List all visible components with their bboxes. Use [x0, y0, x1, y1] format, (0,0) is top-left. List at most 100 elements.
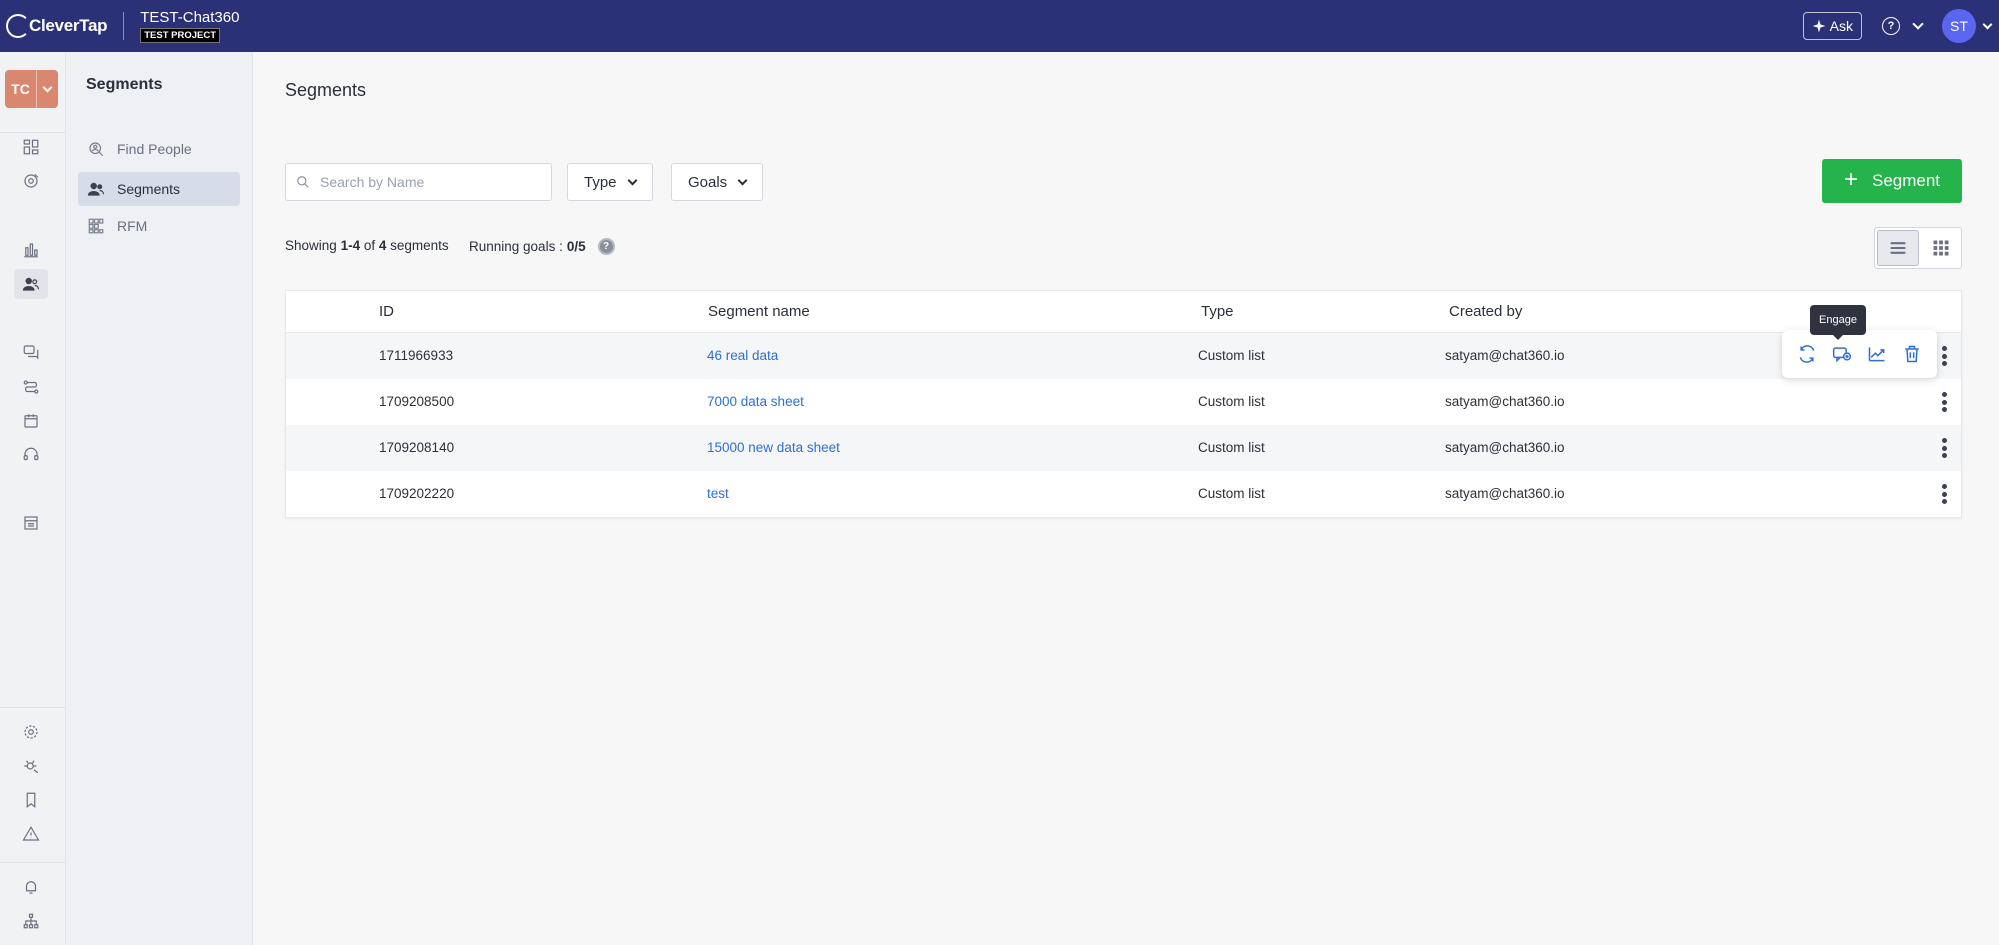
refresh-icon[interactable] — [1797, 344, 1817, 364]
search-icon — [297, 176, 309, 188]
trend-icon[interactable] — [1867, 344, 1887, 364]
plus-icon: + — [1843, 166, 1858, 193]
clevertap-logo[interactable]: CleverTap — [6, 14, 108, 38]
table-header: ID Segment name Type Created by — [286, 291, 1961, 333]
delete-icon[interactable] — [1902, 344, 1922, 364]
ask-label: Ask — [1829, 18, 1853, 34]
analytics-icon[interactable] — [14, 235, 48, 265]
journeys-icon[interactable] — [14, 372, 48, 402]
results-range: 1-4 — [340, 238, 361, 253]
campaign-icon[interactable] — [14, 166, 48, 196]
column-header-created-by[interactable]: Created by — [1449, 303, 1522, 320]
avatar-chevron-down-icon[interactable] — [1982, 19, 1993, 29]
column-header-id[interactable]: ID — [379, 303, 394, 320]
more-options-icon[interactable] — [1941, 484, 1947, 504]
row-id: 1711966933 — [379, 348, 454, 363]
people-icon[interactable] — [14, 269, 48, 299]
debug-icon[interactable] — [14, 751, 48, 781]
brand-divider — [123, 12, 125, 40]
type-filter-label: Type — [584, 173, 617, 191]
project-switcher[interactable]: TC — [5, 70, 58, 108]
row-actions-toolbar — [1782, 330, 1937, 378]
project-info: TEST-Chat360 TEST PROJECT — [140, 9, 239, 43]
catalog-icon[interactable] — [14, 508, 48, 538]
search-field[interactable] — [285, 163, 552, 201]
segment-name-link[interactable]: 7000 data sheet — [707, 394, 804, 409]
user-avatar[interactable]: ST — [1942, 9, 1976, 43]
page-title: Segments — [285, 80, 367, 100]
running-goals: Running goals : 0/5 ? — [469, 238, 615, 255]
settings-icon[interactable] — [14, 717, 48, 747]
project-initials: TC — [11, 81, 30, 97]
segments-sub-navigation: Segments Find People Segments RFM — [66, 52, 253, 945]
results-count: Showing 1-4 of 4 segments — [285, 238, 449, 253]
content-icon[interactable] — [14, 406, 48, 436]
messages-icon[interactable] — [14, 337, 48, 367]
table-row[interactable]: 1709208140 15000 new data sheet Custom l… — [286, 425, 1961, 471]
row-created-by: satyam@chat360.io — [1445, 440, 1565, 455]
search-input[interactable] — [320, 174, 540, 190]
hierarchy-icon[interactable] — [14, 906, 48, 936]
running-goals-value: 0/5 — [566, 239, 586, 254]
help-icon[interactable]: ? — [1882, 17, 1900, 35]
results-suffix: segments — [390, 238, 449, 253]
row-type: Custom list — [1198, 348, 1265, 363]
column-header-segment-name[interactable]: Segment name — [708, 303, 810, 320]
running-goals-label: Running goals : — [469, 239, 563, 254]
list-icon — [1890, 242, 1906, 254]
top-navigation-bar: CleverTap TEST-Chat360 TEST PROJECT Ask … — [0, 0, 1999, 52]
segment-name-link[interactable]: 46 real data — [707, 348, 778, 363]
list-view-button[interactable] — [1877, 230, 1919, 266]
subnav-item-find-people[interactable]: Find People — [78, 132, 240, 166]
support-icon[interactable] — [14, 440, 48, 470]
logo-ring-icon — [6, 14, 30, 38]
rail-divider — [0, 862, 66, 863]
bookmark-icon[interactable] — [14, 785, 48, 815]
more-options-icon[interactable] — [1941, 438, 1947, 458]
more-options-icon[interactable] — [1941, 346, 1947, 366]
row-created-by: satyam@chat360.io — [1445, 348, 1565, 363]
column-header-type[interactable]: Type — [1201, 303, 1234, 320]
subnav-item-label: RFM — [117, 218, 148, 234]
header-actions: Ask ? ST — [1802, 0, 1999, 52]
help-chevron-down-icon[interactable] — [1912, 18, 1924, 30]
notification-icon[interactable] — [14, 872, 48, 902]
add-segment-button[interactable]: + Segment — [1822, 159, 1962, 203]
find-people-icon — [89, 142, 104, 157]
row-type: Custom list — [1198, 440, 1265, 455]
grid-view-button[interactable] — [1921, 228, 1961, 268]
type-filter-dropdown[interactable]: Type — [567, 163, 653, 201]
row-id: 1709202220 — [379, 486, 455, 501]
alert-icon[interactable] — [14, 819, 48, 849]
subnav-item-segments[interactable]: Segments — [78, 172, 240, 206]
results-of: of — [363, 238, 376, 253]
table-row[interactable]: 1709202220 test Custom list satyam@chat3… — [286, 471, 1961, 517]
table-row[interactable]: 1711966933 46 real data Custom list saty… — [286, 333, 1961, 379]
row-type: Custom list — [1198, 486, 1265, 501]
more-options-icon[interactable] — [1941, 392, 1947, 412]
row-id: 1709208500 — [379, 394, 455, 409]
dashboard-icon[interactable] — [14, 132, 48, 162]
segments-table: ID Segment name Type Created by 17119669… — [285, 290, 1962, 518]
engage-tooltip: Engage — [1810, 305, 1866, 340]
brand: CleverTap TEST-Chat360 TEST PROJECT — [0, 0, 239, 52]
sparkle-icon — [1812, 19, 1826, 33]
row-created-by: satyam@chat360.io — [1445, 486, 1565, 501]
left-rail: TC — [0, 52, 66, 945]
segment-name-link[interactable]: 15000 new data sheet — [707, 440, 840, 455]
question-icon[interactable]: ? — [597, 238, 615, 255]
rfm-icon — [88, 218, 104, 234]
add-segment-label: Segment — [1871, 171, 1941, 190]
row-created-by: satyam@chat360.io — [1445, 394, 1565, 409]
table-row[interactable]: 1709208500 7000 data sheet Custom list s… — [286, 379, 1961, 425]
logo-text: CleverTap — [29, 16, 108, 35]
goals-filter-dropdown[interactable]: Goals — [671, 163, 764, 201]
subnav-item-label: Segments — [117, 181, 181, 197]
subnav-item-label: Find People — [117, 141, 192, 157]
ask-button[interactable]: Ask — [1802, 12, 1862, 40]
row-id: 1709208140 — [379, 440, 455, 455]
chevron-down-icon — [737, 175, 748, 185]
subnav-item-rfm[interactable]: RFM — [78, 209, 240, 243]
segment-name-link[interactable]: test — [707, 486, 729, 501]
engage-icon[interactable] — [1832, 344, 1852, 364]
